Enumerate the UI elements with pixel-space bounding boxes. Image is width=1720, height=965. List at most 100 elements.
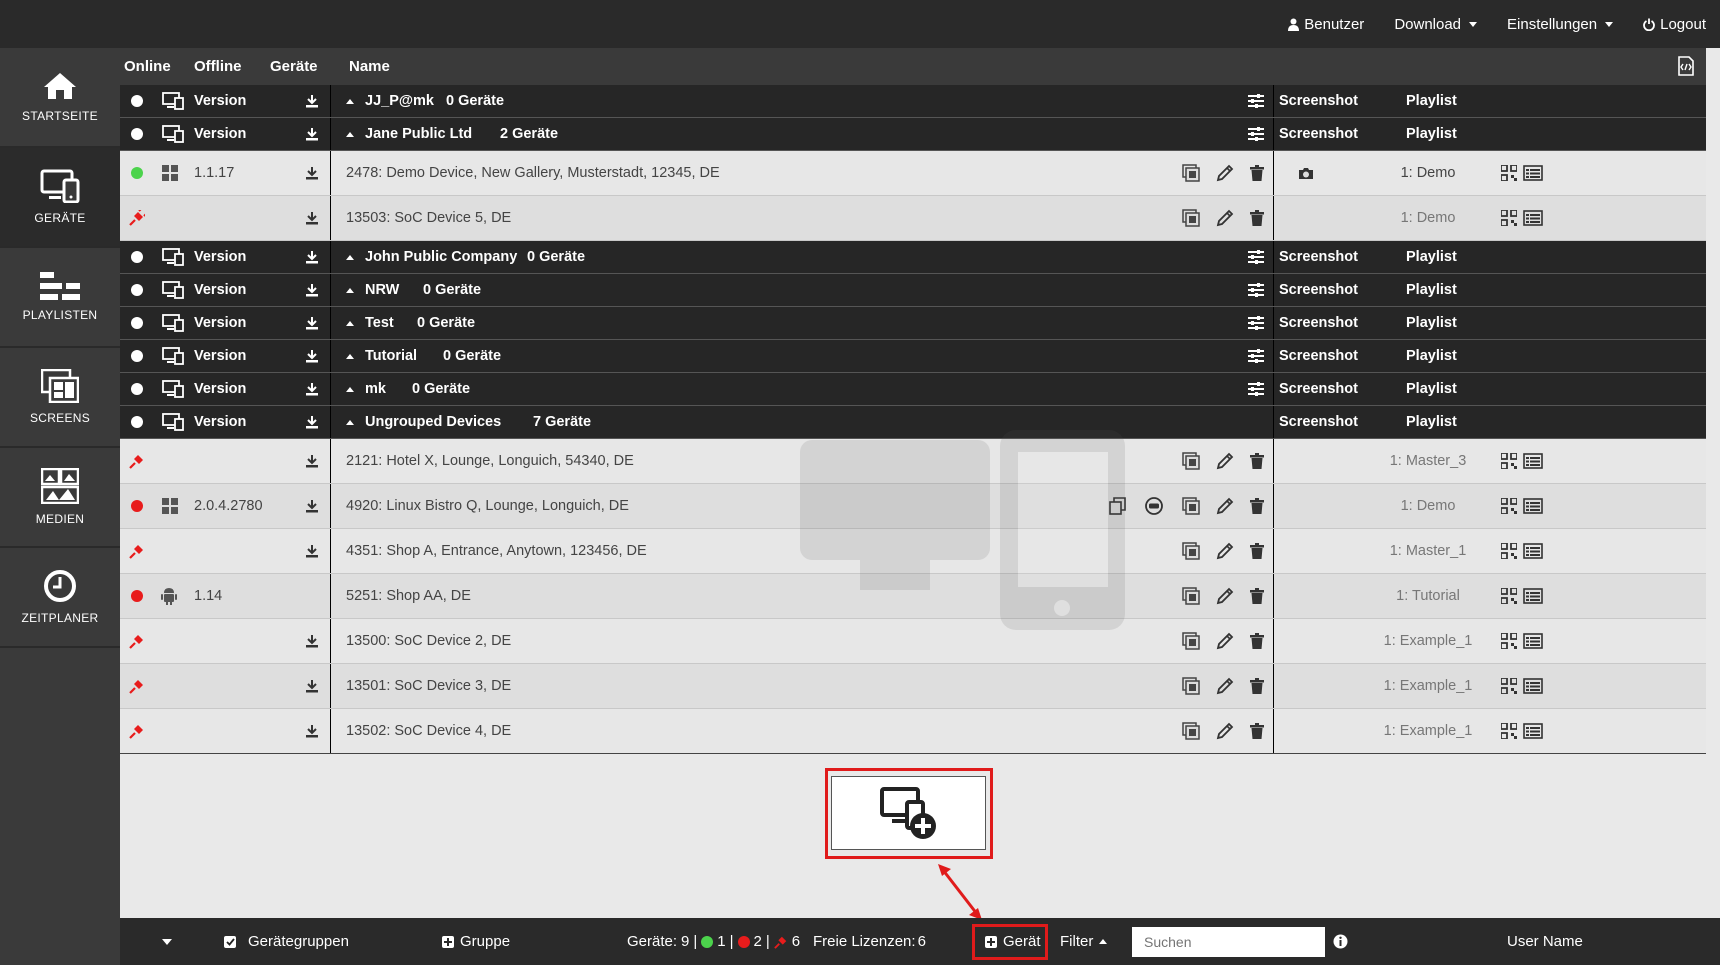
download-icon[interactable] <box>305 679 319 693</box>
edit-icon[interactable] <box>1216 542 1234 560</box>
download-icon[interactable] <box>305 724 319 738</box>
qr-code-icon[interactable] <box>1501 453 1517 469</box>
collapse-caret-icon[interactable] <box>346 287 354 293</box>
qr-code-icon[interactable] <box>1501 210 1517 226</box>
copy-icon[interactable] <box>1109 497 1127 515</box>
download-icon[interactable] <box>305 349 319 363</box>
device-playlist[interactable]: 1: Example_1 <box>1373 619 1483 663</box>
download-icon[interactable] <box>305 250 319 264</box>
device-name[interactable]: 13503: SoC Device 5, DE <box>346 196 511 240</box>
info-icon[interactable] <box>1333 934 1348 949</box>
collapse-caret-icon[interactable] <box>346 98 354 104</box>
sidebar-item-playlists[interactable]: PLAYLISTEN <box>0 248 120 348</box>
qr-code-icon[interactable] <box>1501 678 1517 694</box>
download-icon[interactable] <box>305 94 319 108</box>
camera-icon[interactable] <box>1298 167 1314 180</box>
screen-preview-icon[interactable] <box>1182 542 1200 560</box>
group-settings-icon[interactable] <box>1248 127 1264 141</box>
trash-icon[interactable] <box>1250 164 1264 182</box>
group-settings-icon[interactable] <box>1248 250 1264 264</box>
edit-icon[interactable] <box>1216 722 1234 740</box>
qr-code-icon[interactable] <box>1501 498 1517 514</box>
collapse-caret-icon[interactable] <box>346 386 354 392</box>
screen-preview-icon[interactable] <box>1182 587 1200 605</box>
trash-icon[interactable] <box>1250 722 1264 740</box>
list-view-icon[interactable] <box>1523 498 1543 514</box>
list-view-icon[interactable] <box>1523 588 1543 604</box>
screen-preview-icon[interactable] <box>1182 722 1200 740</box>
sidebar-item-home[interactable]: STARTSEITE <box>0 48 120 148</box>
column-name[interactable]: Name <box>349 58 390 75</box>
group-row[interactable]: Version NRW 0 Geräte Screenshot Playlist <box>120 274 1706 307</box>
list-view-icon[interactable] <box>1523 210 1543 226</box>
screen-preview-icon[interactable] <box>1182 632 1200 650</box>
download-icon[interactable] <box>305 634 319 648</box>
collapse-caret-icon[interactable] <box>346 254 354 260</box>
device-name[interactable]: 2121: Hotel X, Lounge, Longuich, 54340, … <box>346 439 634 483</box>
edit-icon[interactable] <box>1216 497 1234 515</box>
sidebar-item-screens[interactable]: SCREENS <box>0 348 120 448</box>
search-input[interactable] <box>1132 926 1325 957</box>
download-icon[interactable] <box>305 283 319 297</box>
download-icon[interactable] <box>305 382 319 396</box>
device-row[interactable]: 1.14 5251: Shop AA, DE 1: Tutorial <box>120 574 1706 619</box>
edit-icon[interactable] <box>1216 209 1234 227</box>
sidebar-item-scheduler[interactable]: ZEITPLANER <box>0 548 120 648</box>
collapse-toggle-icon[interactable] <box>162 938 172 945</box>
scrollbar[interactable] <box>1706 48 1720 918</box>
group-row[interactable]: Version Ungrouped Devices 7 Geräte Scree… <box>120 406 1706 439</box>
group-settings-icon[interactable] <box>1248 382 1264 396</box>
group-row[interactable]: Version Test 0 Geräte Screenshot Playlis… <box>120 307 1706 340</box>
group-settings-icon[interactable] <box>1248 349 1264 363</box>
download-icon[interactable] <box>305 211 319 225</box>
column-offline[interactable]: Offline <box>194 58 242 75</box>
list-view-icon[interactable] <box>1523 453 1543 469</box>
collapse-caret-icon[interactable] <box>346 353 354 359</box>
group-row[interactable]: Version Tutorial 0 Geräte Screenshot Pla… <box>120 340 1706 373</box>
trash-icon[interactable] <box>1250 497 1264 515</box>
device-groups-checkbox[interactable]: Gerätegruppen <box>224 918 349 965</box>
device-row[interactable]: 13502: SoC Device 4, DE 1: Example_1 <box>120 709 1706 754</box>
device-name[interactable]: 2478: Demo Device, New Gallery, Musterst… <box>346 151 720 195</box>
screen-preview-icon[interactable] <box>1182 164 1200 182</box>
device-playlist[interactable]: 1: Tutorial <box>1373 574 1483 618</box>
group-row[interactable]: Version Jane Public Ltd 2 Geräte Screens… <box>120 118 1706 151</box>
download-icon[interactable] <box>305 127 319 141</box>
device-row[interactable]: 13501: SoC Device 3, DE 1: Example_1 <box>120 664 1706 709</box>
device-name[interactable]: 4920: Linux Bistro Q, Lounge, Longuich, … <box>346 484 629 528</box>
device-playlist[interactable]: 1: Example_1 <box>1373 664 1483 708</box>
collapse-caret-icon[interactable] <box>346 419 354 425</box>
qr-code-icon[interactable] <box>1501 543 1517 559</box>
device-playlist[interactable]: 1: Demo <box>1373 196 1483 240</box>
list-view-icon[interactable] <box>1523 723 1543 739</box>
screen-preview-icon[interactable] <box>1182 497 1200 515</box>
settings-menu[interactable]: Einstellungen <box>1507 16 1614 33</box>
column-devices[interactable]: Geräte <box>270 58 318 75</box>
trash-icon[interactable] <box>1250 452 1264 470</box>
trash-icon[interactable] <box>1250 632 1264 650</box>
group-row[interactable]: Version John Public Company 0 Geräte Scr… <box>120 241 1706 274</box>
list-view-icon[interactable] <box>1523 543 1543 559</box>
list-view-icon[interactable] <box>1523 165 1543 181</box>
device-name[interactable]: 13501: SoC Device 3, DE <box>346 664 511 708</box>
add-group-button[interactable]: Gruppe <box>442 918 510 965</box>
qr-code-icon[interactable] <box>1501 633 1517 649</box>
screen-preview-icon[interactable] <box>1182 677 1200 695</box>
qr-code-icon[interactable] <box>1501 723 1517 739</box>
group-settings-icon[interactable] <box>1248 316 1264 330</box>
device-row[interactable]: 4351: Shop A, Entrance, Anytown, 123456,… <box>120 529 1706 574</box>
download-icon[interactable] <box>305 415 319 429</box>
download-menu[interactable]: Download <box>1394 16 1478 33</box>
device-name[interactable]: 4351: Shop A, Entrance, Anytown, 123456,… <box>346 529 647 573</box>
screen-preview-icon[interactable] <box>1182 209 1200 227</box>
device-playlist[interactable]: 1: Master_3 <box>1373 439 1483 483</box>
group-row[interactable]: Version mk 0 Geräte Screenshot Playlist <box>120 373 1706 406</box>
device-row[interactable]: 2.0.4.2780 4920: Linux Bistro Q, Lounge,… <box>120 484 1706 529</box>
list-view-icon[interactable] <box>1523 678 1543 694</box>
trash-icon[interactable] <box>1250 542 1264 560</box>
device-row[interactable]: 13503: SoC Device 5, DE 1: Demo <box>120 196 1706 241</box>
edit-icon[interactable] <box>1216 452 1234 470</box>
edit-icon[interactable] <box>1216 632 1234 650</box>
edit-icon[interactable] <box>1216 677 1234 695</box>
download-icon[interactable] <box>305 544 319 558</box>
